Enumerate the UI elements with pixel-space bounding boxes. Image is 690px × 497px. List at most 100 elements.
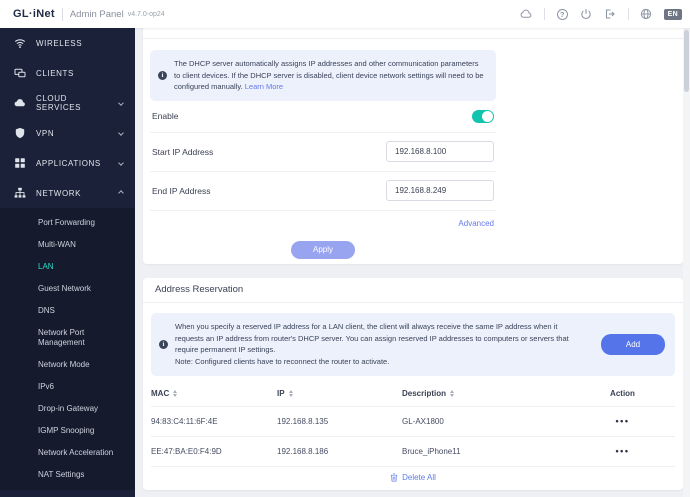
reservation-info-note: Note: Configured clients have to reconne… xyxy=(175,356,390,366)
add-button[interactable]: Add xyxy=(601,333,665,355)
description-column-header[interactable]: Description xyxy=(402,389,570,398)
mac-column-header[interactable]: MAC xyxy=(151,389,277,398)
sort-icon xyxy=(450,390,455,397)
shield-icon xyxy=(14,127,26,139)
enable-label: Enable xyxy=(152,111,179,122)
network-submenu: Port Forwarding Multi-WAN LAN Guest Netw… xyxy=(0,208,135,490)
start-ip-input[interactable] xyxy=(386,141,494,163)
language-badge[interactable]: EN xyxy=(663,8,682,20)
sidebar-item-label: APPLICATIONS xyxy=(36,158,101,168)
apply-row: Apply xyxy=(150,234,496,259)
sidebar-item-wireless[interactable]: WIRELESS xyxy=(0,28,135,58)
sidebar-item-network-mode[interactable]: Network Mode xyxy=(0,354,135,376)
header-actions: ? EN xyxy=(520,8,682,21)
language-globe-icon[interactable] xyxy=(640,8,653,21)
trash-icon xyxy=(390,473,398,481)
info-icon: i xyxy=(158,70,167,80)
dhcp-info-body: The DHCP server automatically assigns IP… xyxy=(174,59,484,92)
mac-cell: 94:83:C4:11:6F:4E xyxy=(151,416,218,426)
end-ip-label: End IP Address xyxy=(152,185,211,196)
divider xyxy=(543,8,545,20)
divider xyxy=(627,8,629,20)
main-content: DHCP Server i The DHCP server automatica… xyxy=(135,28,683,497)
sidebar-item-multi-wan[interactable]: Multi-WAN xyxy=(0,234,135,256)
apply-button[interactable]: Apply xyxy=(291,240,355,259)
row-action-cell: ••• xyxy=(570,416,675,426)
ip-cell: 192.168.8.186 xyxy=(277,446,329,456)
logout-icon[interactable] xyxy=(604,8,617,21)
sidebar-item-clients[interactable]: CLIENTS xyxy=(0,58,135,88)
reservation-info-body: When you specify a reserved IP address f… xyxy=(175,322,569,355)
sort-icon xyxy=(173,390,178,397)
brand-area: GL·iNet Admin Panel v4.7.0-op24 xyxy=(13,7,165,21)
page-title: Admin Panel xyxy=(69,8,124,20)
action-column-header: Action xyxy=(570,389,675,398)
sidebar-item-label: CLIENTS xyxy=(36,68,74,78)
brand-logo: GL·iNet xyxy=(13,8,55,20)
sidebar-item-nat-settings[interactable]: NAT Settings xyxy=(0,464,135,486)
table-row: 94:83:C4:11:6F:4E 192.168.8.135 GL-AX180… xyxy=(151,407,675,437)
column-label: IP xyxy=(277,389,285,398)
reservation-section-title: Address Reservation xyxy=(143,278,683,303)
sidebar-item-vpn[interactable]: VPN xyxy=(0,118,135,148)
reservation-info-box: i When you specify a reserved IP address… xyxy=(151,313,675,376)
sidebar-item-lan[interactable]: LAN xyxy=(0,256,135,278)
table-header-row: MAC IP Description Action xyxy=(151,382,675,407)
sidebar-item-cloud-services[interactable]: CLOUD SERVICES xyxy=(0,88,135,118)
start-ip-label: Start IP Address xyxy=(152,146,214,157)
sidebar-item-network-port-management[interactable]: Network Port Management xyxy=(0,322,110,354)
sidebar-item-network-acceleration[interactable]: Network Acceleration xyxy=(0,442,135,464)
column-label: MAC xyxy=(151,389,170,398)
wifi-icon xyxy=(14,37,26,49)
sidebar-nav: WIRELESS CLIENTS CLOUD SERVICES VPN APPL… xyxy=(0,28,135,497)
scrollbar-thumb[interactable] xyxy=(684,30,689,92)
sidebar-item-ipv6[interactable]: IPv6 xyxy=(0,376,135,398)
chevron-down-icon xyxy=(118,130,124,136)
sidebar-item-dns[interactable]: DNS xyxy=(0,300,135,322)
delete-all-label: Delete All xyxy=(402,472,436,482)
reservation-info-text: When you specify a reserved IP address f… xyxy=(175,321,584,368)
dhcp-enable-toggle[interactable] xyxy=(472,109,494,123)
sidebar-item-port-forwarding[interactable]: Port Forwarding xyxy=(0,212,135,234)
sidebar-item-guest-network[interactable]: Guest Network xyxy=(0,278,135,300)
reservation-table: MAC IP Description Action 94:83:C4:11:6F… xyxy=(151,382,675,488)
clients-icon xyxy=(14,67,26,79)
sidebar-item-label: VPN xyxy=(36,128,55,138)
start-ip-row: Start IP Address xyxy=(150,133,496,172)
learn-more-link[interactable]: Learn More xyxy=(245,82,283,91)
ip-column-header[interactable]: IP xyxy=(277,389,402,398)
chevron-down-icon xyxy=(118,160,124,166)
end-ip-row: End IP Address xyxy=(150,172,496,211)
chevron-down-icon xyxy=(118,100,124,106)
sidebar-item-label: CLOUD SERVICES xyxy=(36,94,82,112)
sidebar-item-applications[interactable]: APPLICATIONS xyxy=(0,148,135,178)
description-cell: GL-AX1800 xyxy=(402,416,444,426)
row-more-actions-button[interactable]: ••• xyxy=(616,416,630,426)
table-row: EE:47:BA:E0:F4:9D 192.168.8.186 Bruce_iP… xyxy=(151,437,675,467)
sidebar-item-network[interactable]: NETWORK xyxy=(0,178,135,208)
admin-panel-app: GL·iNet Admin Panel v4.7.0-op24 ? EN WIR… xyxy=(0,0,690,497)
sidebar-item-system[interactable]: ⚙ SYSTEM xyxy=(0,490,135,497)
help-icon[interactable]: ? xyxy=(556,8,569,21)
dhcp-server-card: DHCP Server i The DHCP server automatica… xyxy=(143,28,683,264)
sort-icon xyxy=(288,390,293,397)
dhcp-section-title: DHCP Server xyxy=(143,28,683,39)
enable-row: Enable xyxy=(150,101,496,133)
column-label: Action xyxy=(610,389,635,398)
power-icon[interactable] xyxy=(580,8,593,21)
sidebar-item-label: NETWORK xyxy=(36,188,82,198)
sidebar-item-drop-in-gateway[interactable]: Drop-in Gateway xyxy=(0,398,135,420)
cloud-icon xyxy=(14,97,26,109)
cloud-icon[interactable] xyxy=(520,8,533,21)
column-label: Description xyxy=(402,389,447,398)
sidebar-item-igmp-snooping[interactable]: IGMP Snooping xyxy=(0,420,135,442)
delete-all-button[interactable]: Delete All xyxy=(151,467,675,488)
row-more-actions-button[interactable]: ••• xyxy=(616,446,630,456)
ip-cell: 192.168.8.135 xyxy=(277,416,329,426)
info-icon: i xyxy=(159,339,168,349)
dhcp-form: i The DHCP server automatically assigns … xyxy=(150,39,496,259)
end-ip-input[interactable] xyxy=(386,180,494,202)
advanced-row: Advanced xyxy=(150,211,496,234)
sidebar-item-label: WIRELESS xyxy=(36,38,83,48)
advanced-link[interactable]: Advanced xyxy=(458,219,494,228)
